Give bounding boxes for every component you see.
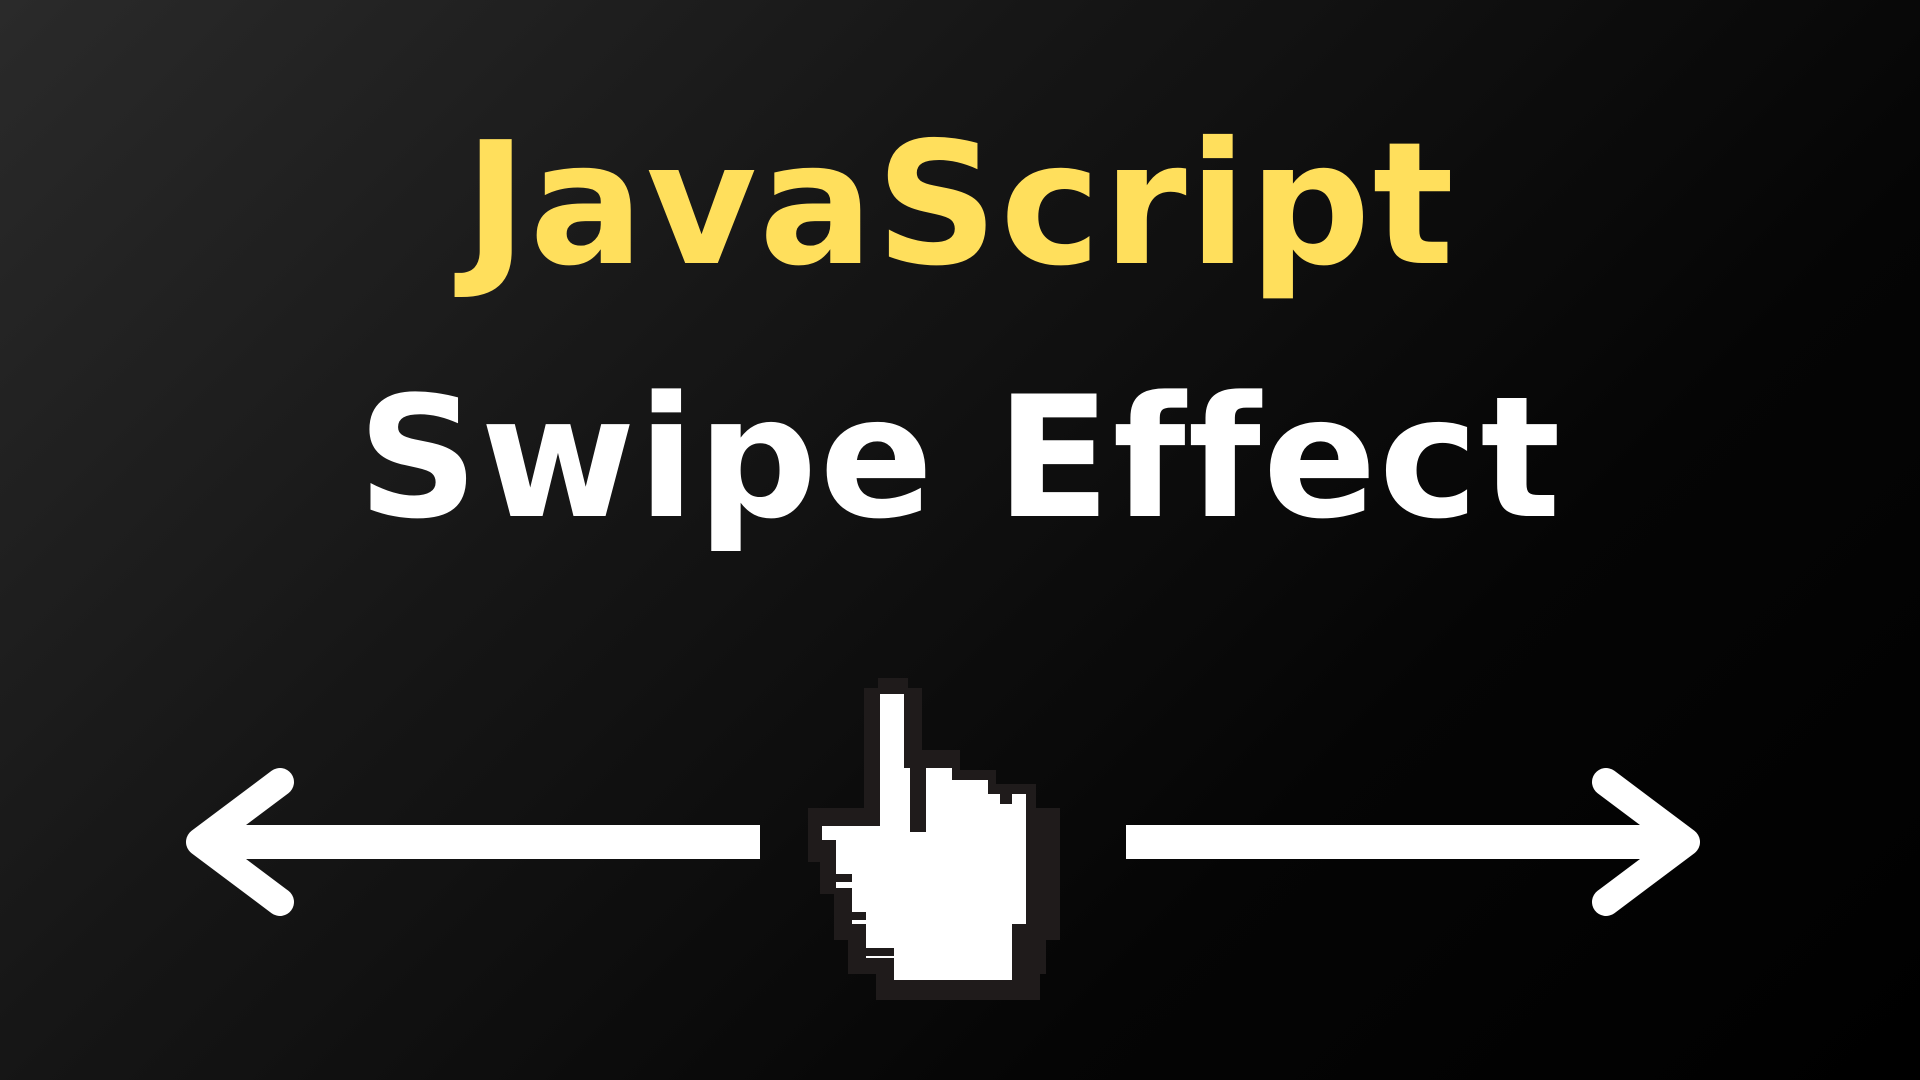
arrow-right-icon <box>1126 768 1700 916</box>
title-swipe-effect: Swipe Effect <box>357 360 1563 556</box>
hand-pointer-cursor-icon <box>808 678 1060 1000</box>
title-javascript: JavaScript <box>464 106 1456 304</box>
arrow-left-icon <box>186 768 760 916</box>
